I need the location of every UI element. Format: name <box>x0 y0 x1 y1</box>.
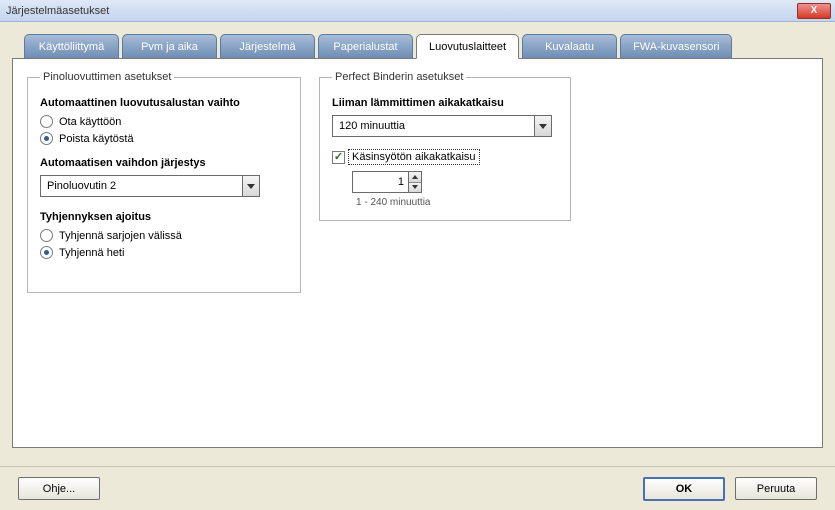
tab-panel: Pinoluovuttimen asetukset Automaattinen … <box>12 58 823 448</box>
dialog-footer: Ohje... OK Peruuta <box>0 466 835 510</box>
tab-datetime[interactable]: Pvm ja aika <box>122 34 217 58</box>
auto-order-combo[interactable]: Pinoluovutin 2 <box>40 175 260 197</box>
cancel-button[interactable]: Peruuta <box>735 477 817 500</box>
tab-bar: Käyttöliittymä Pvm ja aika Järjestelmä P… <box>12 34 823 58</box>
auto-switch-title: Automaattinen luovutusalustan vaihto <box>40 97 288 109</box>
titlebar: Järjestelmäasetukset X <box>0 0 835 22</box>
unload-between-radio[interactable] <box>40 229 53 242</box>
ok-button[interactable]: OK <box>643 477 725 501</box>
manual-feed-checkbox[interactable] <box>332 151 345 164</box>
auto-order-dropdown-button[interactable] <box>242 175 260 197</box>
window-content: Käyttöliittymä Pvm ja aika Järjestelmä P… <box>0 22 835 456</box>
glue-timeout-title: Liiman lämmittimen aikakatkaisu <box>332 97 558 109</box>
tab-sensor[interactable]: FWA-kuvasensori <box>620 34 732 58</box>
chevron-down-icon <box>539 124 547 129</box>
manual-feed-spinner[interactable]: 1 <box>352 171 422 193</box>
unload-title: Tyhjennyksen ajoitus <box>40 211 288 223</box>
auto-switch-enable-label: Ota käyttöön <box>59 116 121 128</box>
spinner-down-button[interactable] <box>409 182 421 193</box>
auto-switch-disable-radio[interactable] <box>40 132 53 145</box>
auto-switch-enable-radio[interactable] <box>40 115 53 128</box>
manual-feed-hint: 1 - 240 minuuttia <box>356 197 558 208</box>
glue-timeout-dropdown-button[interactable] <box>534 115 552 137</box>
stacker-settings-group: Pinoluovuttimen asetukset Automaattinen … <box>27 71 301 293</box>
unload-now-radio[interactable] <box>40 246 53 259</box>
window-title: Järjestelmäasetukset <box>6 5 109 17</box>
glue-timeout-value: 120 minuuttia <box>332 115 534 137</box>
stacker-legend: Pinoluovuttimen asetukset <box>40 71 174 83</box>
help-button[interactable]: Ohje... <box>18 477 100 500</box>
tab-ui[interactable]: Käyttöliittymä <box>24 34 119 58</box>
tab-quality[interactable]: Kuvalaatu <box>522 34 617 58</box>
manual-feed-value[interactable]: 1 <box>352 171 408 193</box>
manual-feed-label: Käsinsyötön aikakatkaisu <box>348 149 480 165</box>
chevron-down-icon <box>247 184 255 189</box>
spinner-up-button[interactable] <box>409 172 421 182</box>
chevron-down-icon <box>412 185 418 189</box>
tab-output[interactable]: Luovutuslaitteet <box>416 34 519 59</box>
binder-settings-group: Perfect Binderin asetukset Liiman lämmit… <box>319 71 571 221</box>
tab-system[interactable]: Järjestelmä <box>220 34 315 58</box>
tab-trays[interactable]: Paperialustat <box>318 34 413 58</box>
unload-between-label: Tyhjennä sarjojen välissä <box>59 230 182 242</box>
auto-order-value: Pinoluovutin 2 <box>40 175 242 197</box>
auto-order-title: Automaatisen vaihdon järjestys <box>40 157 288 169</box>
chevron-up-icon <box>412 175 418 179</box>
unload-now-label: Tyhjennä heti <box>59 247 124 259</box>
auto-switch-disable-label: Poista käytöstä <box>59 133 134 145</box>
binder-legend: Perfect Binderin asetukset <box>332 71 466 83</box>
close-button[interactable]: X <box>797 3 831 19</box>
glue-timeout-combo[interactable]: 120 minuuttia <box>332 115 552 137</box>
